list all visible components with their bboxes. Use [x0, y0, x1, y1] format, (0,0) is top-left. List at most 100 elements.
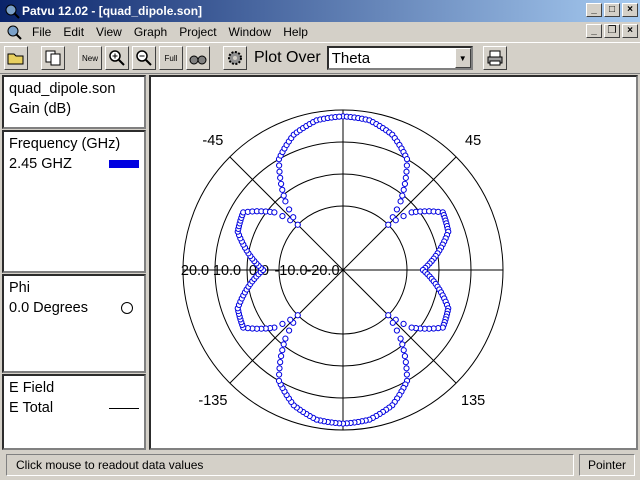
data-point-0-93 [385, 312, 392, 319]
legend-panel: quad_dipole.son Gain (dB) Frequency (GHz… [2, 75, 146, 450]
copy-icon [45, 50, 61, 66]
data-point-0-223 [277, 180, 285, 187]
file-name: quad_dipole.son [9, 81, 116, 97]
data-point-0-24 [402, 174, 409, 181]
angle-label-3: 135 [461, 393, 485, 409]
doc-restore-button[interactable]: ❐ [604, 24, 620, 38]
zoom-out-button[interactable] [132, 46, 156, 70]
radial-tick-label-4: -20.0 [306, 263, 339, 279]
data-point-0-25 [401, 180, 409, 187]
data-point-0-221 [280, 192, 287, 199]
data-point-0-156 [287, 316, 294, 323]
document-icon[interactable] [6, 24, 22, 40]
polar-plot-area[interactable]: -4545-13513520.010.00.0-10.0-20.0 [149, 75, 638, 450]
frequency-color-swatch [109, 160, 139, 168]
close-button[interactable]: × [622, 3, 638, 17]
data-point-0-98 [400, 347, 407, 354]
radial-tick-label-3: -10.0 [274, 263, 307, 279]
minimize-button[interactable]: _ [586, 3, 602, 17]
data-point-0-146 [276, 371, 283, 378]
data-point-0-222 [279, 186, 286, 193]
menu-graph[interactable]: Graph [128, 25, 173, 39]
data-point-0-217 [294, 221, 301, 228]
field-line-swatch [109, 407, 139, 409]
menu-bar: File Edit View Graph Project Window Help… [0, 22, 640, 41]
print-button[interactable] [482, 46, 507, 70]
data-point-0-150 [279, 347, 286, 354]
data-point-0-220 [282, 198, 289, 205]
angle-label-2: -135 [198, 393, 227, 409]
chevron-down-icon[interactable]: ▼ [454, 48, 471, 68]
data-point-0-32 [392, 217, 399, 224]
data-point-0-152 [282, 335, 289, 342]
data-point-0-155 [294, 312, 301, 319]
phi-value: 0.0 Degrees [9, 300, 88, 316]
doc-minimize-button[interactable]: _ [586, 24, 602, 38]
frequency-box[interactable]: Frequency (GHz) 2.45 GHZ [2, 130, 146, 273]
menu-project[interactable]: Project [173, 25, 222, 39]
data-point-0-96 [397, 335, 404, 342]
menu-help[interactable]: Help [277, 25, 314, 39]
field-box[interactable]: E Field E Total [2, 374, 146, 450]
open-button[interactable] [4, 46, 28, 70]
status-mode: Pointer [579, 454, 635, 476]
quantity-label: Gain (dB) [9, 101, 72, 117]
angle-label-1: 45 [465, 133, 481, 149]
plot-over-select[interactable]: Theta ▼ [326, 46, 473, 70]
gear-icon [228, 51, 242, 65]
data-point-0-91 [400, 320, 407, 327]
toolbar: New Full Plot Over Theta ▼ [0, 42, 640, 74]
data-point-0-247 [336, 113, 343, 120]
app-icon [5, 4, 20, 19]
new-plot-button[interactable]: New [78, 46, 102, 70]
zoom-in-icon [109, 50, 125, 66]
zoom-in-button[interactable] [105, 46, 129, 70]
settings-button[interactable] [223, 46, 247, 70]
data-point-0-26 [400, 186, 407, 193]
data-point-0-100 [402, 359, 409, 366]
open-folder-icon [7, 53, 24, 65]
data-point-0-29 [393, 206, 400, 213]
field-header: E Field [9, 380, 55, 396]
data-point-0-31 [385, 221, 392, 228]
data-point-0-226 [276, 162, 283, 169]
menu-window[interactable]: Window [223, 25, 278, 39]
menu-view[interactable]: View [90, 25, 128, 39]
printer-icon [487, 50, 503, 66]
menu-file[interactable]: File [26, 25, 57, 39]
copy-button[interactable] [41, 46, 65, 70]
full-label: Full [164, 53, 178, 63]
data-point-0-99 [401, 353, 409, 360]
file-info-box: quad_dipole.son Gain (dB) [2, 75, 146, 129]
data-point-0-149 [277, 353, 285, 360]
data-point-0-147 [276, 365, 283, 372]
data-point-0-33 [400, 213, 407, 220]
menu-edit[interactable]: Edit [57, 25, 90, 39]
frequency-value: 2.45 GHZ [9, 156, 72, 172]
data-point-0-101 [403, 365, 410, 372]
maximize-button[interactable]: □ [604, 3, 620, 17]
data-point-0-23 [403, 168, 410, 175]
phi-box[interactable]: Phi 0.0 Degrees [2, 274, 146, 373]
title-bar[interactable]: Patvu 12.02 - [quad_dipole.son] _ □ × [0, 0, 640, 22]
data-point-0-97 [399, 341, 406, 348]
data-point-0-224 [277, 174, 284, 181]
data-point-0-90 [408, 324, 415, 331]
data-point-0-157 [279, 320, 286, 327]
phi-header: Phi [9, 280, 30, 296]
zoom-out-icon [136, 50, 152, 66]
radial-tick-label-0: 20.0 [181, 263, 209, 279]
binoculars-icon [189, 55, 207, 65]
data-point-0-218 [290, 214, 297, 221]
zoom-full-button[interactable]: Full [159, 46, 183, 70]
data-point-0-102 [403, 371, 410, 378]
data-point-0-95 [393, 327, 400, 334]
data-point-0-94 [389, 319, 396, 326]
polar-chart[interactable]: -4545-13513520.010.00.0-10.0-20.0 [151, 77, 636, 448]
data-point-0-225 [276, 168, 283, 175]
new-label: New [81, 53, 98, 63]
phi-marker-swatch [121, 302, 133, 314]
frequency-header: Frequency (GHz) [9, 136, 121, 152]
doc-close-button[interactable]: × [622, 24, 638, 38]
zoom-fit-button[interactable] [186, 46, 210, 70]
